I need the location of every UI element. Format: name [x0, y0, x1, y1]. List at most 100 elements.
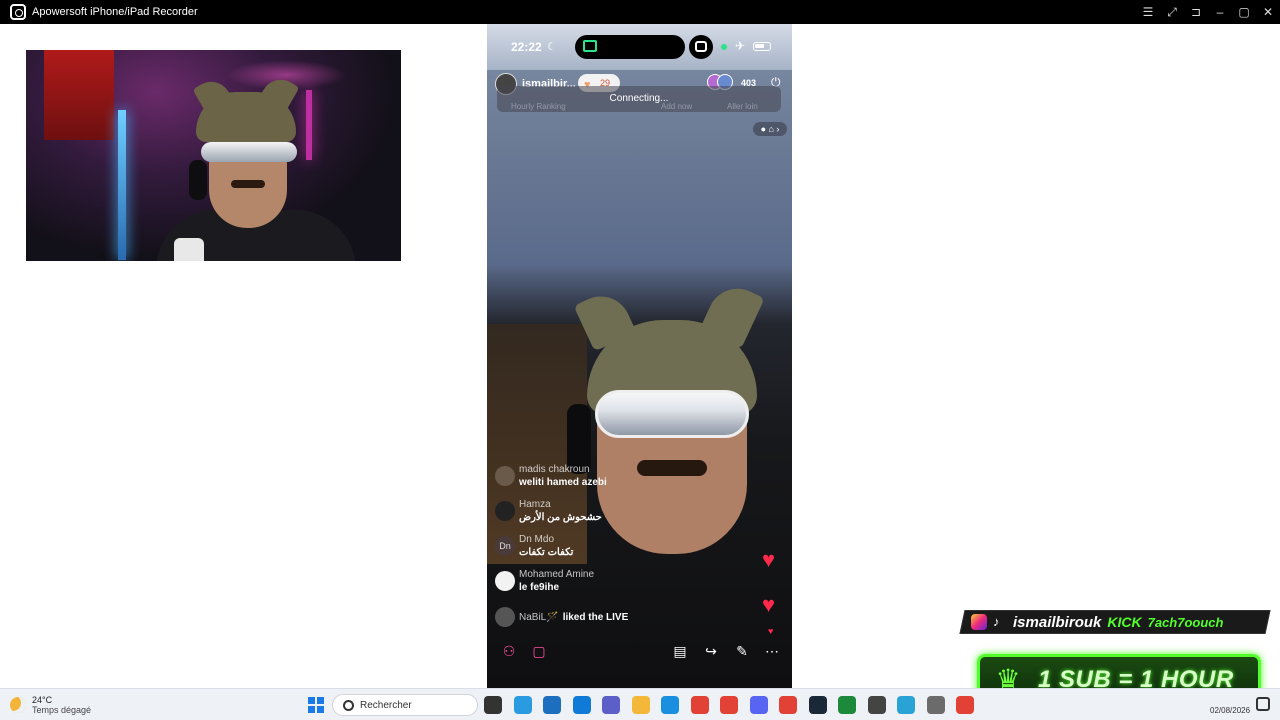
ranking-right[interactable]: Aller loin — [727, 102, 758, 111]
taskbar-app-icon[interactable] — [602, 696, 620, 714]
mustache — [231, 180, 265, 188]
webcam-feed — [26, 50, 401, 261]
notification-icon[interactable] — [1256, 697, 1270, 711]
clip-icon[interactable]: ▤ — [669, 640, 691, 662]
taskbar-date: 02/08/2026 — [1210, 706, 1251, 715]
title-bar: Apowersoft iPhone/iPad Recorder ☰ ⤢ ⊐ – … — [0, 0, 1280, 24]
edit-icon[interactable]: ✎ — [731, 640, 753, 662]
list-icon[interactable]: ☰ — [1136, 0, 1160, 24]
taskbar-app-icon[interactable] — [484, 696, 502, 714]
airplane-icon: ✈ — [735, 39, 746, 53]
weather-condition: Temps dégagé — [32, 705, 92, 715]
liked-text: liked the LIVE — [562, 611, 629, 623]
floating-heart-icon: ♥ — [762, 592, 776, 617]
weather-text: 24°C Temps dégagé — [32, 695, 91, 715]
ranking-row: Hourly Ranking Add now Aller loin — [497, 102, 781, 114]
liked-user[interactable]: NaBiL🪄 — [519, 612, 559, 623]
comment-text: حشحوش من الأرض — [519, 512, 602, 523]
hourly-ranking[interactable]: Hourly Ranking — [511, 102, 566, 111]
taskbar-app-icon[interactable] — [749, 696, 768, 714]
camera-mini-control[interactable]: ● ⌂ › — [753, 122, 787, 136]
taskbar-app-icon[interactable] — [572, 696, 591, 714]
comment-user[interactable]: madis chakroun — [519, 464, 590, 475]
temperature: 24°C — [32, 695, 53, 705]
weather-widget[interactable]: 24°C Temps dégagé — [10, 693, 91, 717]
add-now[interactable]: Add now — [661, 102, 692, 111]
search-placeholder: Rechercher — [360, 699, 412, 711]
start-tile — [308, 697, 315, 704]
close-icon[interactable]: ✕ — [1256, 0, 1280, 24]
instagram-icon — [971, 614, 987, 630]
phone-mirror: 22:22 ☾ ✈ ismailbir... ♥ 29 403 ⏻ Connec… — [487, 24, 792, 688]
start-tile — [317, 697, 324, 704]
taskbar-app-icon[interactable] — [867, 696, 886, 714]
taskbar: 24°C Temps dégagé Rechercher 02/08/2026 — [0, 688, 1280, 720]
taskbar-app-icon[interactable] — [513, 696, 532, 714]
pin-icon[interactable]: ⊐ — [1184, 0, 1208, 24]
taskbar-app-icon[interactable] — [690, 696, 709, 714]
neon-light — [118, 110, 126, 260]
window-controls: ☰ ⤢ ⊐ – ▢ ✕ — [1136, 0, 1280, 24]
start-tile — [308, 706, 315, 713]
taskbar-app-icon[interactable] — [720, 696, 738, 714]
taskbar-app-icon[interactable] — [956, 696, 974, 714]
comment-avatar[interactable] — [495, 466, 515, 486]
background-flag — [44, 50, 114, 140]
camera-active-dot — [721, 44, 727, 50]
windows-start-icon[interactable] — [308, 697, 324, 713]
social-handle: ismailbirouk — [1013, 613, 1102, 631]
liked-notice: NaBiL🪄 liked the LIVE — [495, 607, 695, 627]
comment-item: madis chakroun weliti hamed azebi — [495, 464, 755, 494]
taskbar-app-icon[interactable] — [543, 696, 561, 714]
taskbar-app-icon[interactable] — [661, 696, 679, 714]
moon-icon: ☾ — [547, 41, 557, 53]
minimize-icon[interactable]: – — [1208, 0, 1232, 24]
floating-heart-icon: ♥ — [768, 626, 774, 636]
neon-light-pink — [306, 90, 312, 160]
kick-label: KICK — [1107, 614, 1142, 630]
sunglasses — [201, 142, 297, 162]
microphone — [174, 238, 204, 261]
battery-icon — [753, 42, 771, 51]
comment-user[interactable]: Hamza — [519, 499, 551, 510]
moon-icon — [10, 697, 26, 713]
taskbar-app-icon[interactable] — [926, 696, 945, 714]
comment-item: Hamza حشحوش من الأرض — [495, 499, 755, 529]
taskbar-app-icon[interactable] — [808, 696, 827, 714]
screen-mirroring-icon — [583, 40, 597, 52]
fullscreen-icon[interactable]: ⤢ — [1160, 0, 1184, 24]
window-title: Apowersoft iPhone/iPad Recorder — [32, 6, 198, 18]
comment-avatar[interactable] — [495, 501, 515, 521]
comment-user[interactable]: Dn Mdo — [519, 534, 554, 545]
comment-item: Mohamed Amine le fe9ihe — [495, 569, 755, 599]
comment-avatar[interactable]: Dn — [495, 536, 515, 556]
guests-icon[interactable]: ⚇ — [498, 640, 520, 662]
comment-avatar[interactable] — [495, 571, 515, 591]
app-icon — [10, 4, 26, 20]
taskbar-app-icon[interactable] — [631, 696, 650, 714]
comment-text: تكفات تكفات — [519, 547, 574, 558]
kick-handle: 7ach7oouch — [1147, 614, 1224, 630]
maximize-icon[interactable]: ▢ — [1232, 0, 1256, 24]
mirror-icon — [695, 41, 707, 52]
start-tile — [317, 706, 324, 713]
taskbar-app-icon[interactable] — [779, 696, 797, 714]
share-icon[interactable]: ↪ — [700, 640, 722, 662]
taskbar-app-icon[interactable] — [838, 696, 856, 714]
more-icon[interactable]: ⋯ — [761, 640, 783, 662]
tiktok-icon: ♪ — [993, 614, 1000, 629]
comment-text: weliti hamed azebi — [519, 477, 607, 488]
live-toolbar: ⚇ ▢ ▤ ↪ ✎ ⋯ — [487, 636, 792, 666]
comment-text: le fe9ihe — [519, 582, 560, 593]
headset — [189, 160, 207, 200]
status-time: 22:22 — [511, 40, 542, 54]
taskbar-search[interactable]: Rechercher — [332, 694, 478, 716]
social-banner: ♪ ismailbirouk KICK 7ach7oouch — [959, 610, 1271, 634]
comment-item: Dn Dn Mdo تكفات تكفات — [495, 534, 755, 564]
comment-user[interactable]: Mohamed Amine — [519, 569, 594, 580]
floating-heart-icon: ♥ — [762, 547, 776, 572]
gift-icon[interactable]: ▢ — [528, 640, 550, 662]
search-icon — [343, 699, 354, 711]
taskbar-app-icon[interactable] — [897, 696, 915, 714]
comment-avatar[interactable] — [495, 607, 515, 627]
